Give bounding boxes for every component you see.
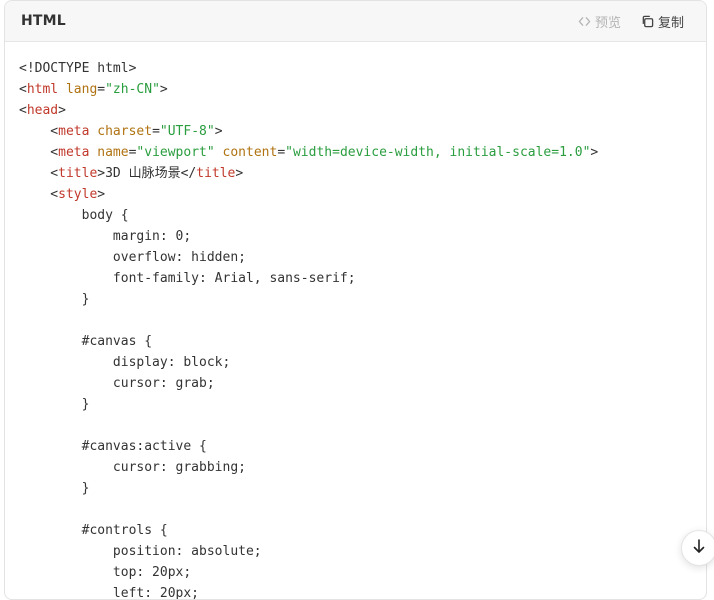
code-line: body {: [19, 205, 706, 226]
code-text-token: #canvas {: [19, 334, 153, 349]
code-line: <meta charset="UTF-8">: [19, 121, 706, 142]
code-text-token: margin: 0;: [19, 229, 192, 244]
copy-button-label: 复制: [657, 15, 684, 31]
code-text-token: <: [19, 145, 59, 160]
code-text-token: >: [58, 103, 66, 118]
code-block: HTML 预览 复制 <!DOCTYPE html> <html lang="z…: [4, 0, 707, 600]
code-text-token: }: [19, 481, 90, 496]
copy-icon: [641, 15, 654, 28]
code-line: display: block;: [19, 352, 706, 373]
code-text-token: <: [19, 103, 27, 118]
code-attribute-token: lang: [65, 82, 98, 97]
preview-button-label: 预览: [594, 15, 621, 31]
code-line: left: 20px;: [19, 583, 706, 600]
code-block-header: HTML 预览 复制: [5, 1, 706, 42]
code-string-token: "zh-CN": [105, 82, 160, 97]
code-tag-token: head: [26, 103, 59, 118]
code-tag-token: html: [26, 82, 59, 97]
code-text-token: #canvas:active {: [19, 439, 207, 454]
code-text-token: =: [277, 145, 286, 160]
code-text-token: <: [19, 166, 59, 181]
code-text-token: <: [19, 124, 59, 139]
code-line: #controls {: [19, 520, 706, 541]
code-line: }: [19, 394, 706, 415]
code-line: <style>: [19, 184, 706, 205]
copy-button[interactable]: 复制: [641, 12, 684, 31]
code-block-actions: 预览 复制: [578, 12, 684, 31]
code-string-token: "UTF-8": [159, 124, 215, 139]
code-text-token: cursor: grabbing;: [19, 460, 246, 475]
code-line: top: 20px;: [19, 562, 706, 583]
code-tag-token: meta: [58, 145, 90, 160]
arrow-down-icon: [691, 538, 707, 558]
code-line: overflow: hidden;: [19, 247, 706, 268]
code-line: cursor: grab;: [19, 373, 706, 394]
code-string-token: "viewport": [136, 145, 215, 160]
code-line: <meta name="viewport" content="width=dev…: [19, 142, 706, 163]
code-text-token: >: [590, 145, 599, 160]
code-text-token: display: block;: [19, 355, 231, 370]
code-line: #canvas:active {: [19, 436, 706, 457]
code-text-token: cursor: grab;: [19, 376, 215, 391]
code-line: cursor: grabbing;: [19, 457, 706, 478]
code-language-label: HTML: [21, 13, 66, 29]
code-text-token: =: [97, 82, 106, 97]
code-string-token: "width=device-width, initial-scale=1.0": [285, 145, 591, 160]
code-text-token: =: [152, 124, 160, 139]
code-text-token: >: [159, 82, 168, 97]
code-text-token: >3D 山脉场景</: [97, 166, 197, 181]
code-brackets-icon: [578, 15, 591, 28]
code-text-token: <: [19, 187, 59, 202]
code-line: #canvas {: [19, 331, 706, 352]
code-text-token: >: [235, 166, 244, 181]
code-line: font-family: Arial, sans-serif;: [19, 268, 706, 289]
code-text-token: }: [19, 397, 90, 412]
code-text-token: <: [19, 82, 27, 97]
code-text-token: font-family: Arial, sans-serif;: [19, 271, 356, 286]
code-content: <!DOCTYPE html> <html lang="zh-CN"> <head>…: [5, 42, 706, 600]
code-attribute-token: content: [222, 145, 278, 160]
code-text-token: >: [97, 187, 106, 202]
code-text-token: body {: [19, 208, 129, 223]
code-line: position: absolute;: [19, 541, 706, 562]
code-tag-token: title: [196, 166, 236, 181]
code-attribute-token: name: [97, 145, 129, 160]
code-attribute-token: charset: [97, 124, 153, 139]
code-text-token: position: absolute;: [19, 544, 262, 559]
code-text-token: <!DOCTYPE html>: [19, 61, 137, 76]
scroll-to-bottom-button[interactable]: [681, 530, 714, 566]
code-text-token: top: 20px;: [19, 565, 192, 580]
code-text-token: #controls {: [19, 523, 168, 538]
code-tag-token: style: [58, 187, 98, 202]
preview-button[interactable]: 预览: [578, 12, 621, 31]
code-line: <!DOCTYPE html>: [19, 58, 706, 79]
code-line: <head>: [19, 100, 706, 121]
code-text-token: overflow: hidden;: [19, 250, 246, 265]
code-text-token: }: [19, 292, 90, 307]
code-line: <title>3D 山脉场景</title>: [19, 163, 706, 184]
code-tag-token: title: [58, 166, 98, 181]
code-text-token: left: 20px;: [19, 586, 200, 600]
code-text-token: >: [214, 124, 223, 139]
code-line: margin: 0;: [19, 226, 706, 247]
code-line: }: [19, 478, 706, 499]
code-line: <html lang="zh-CN">: [19, 79, 706, 100]
code-tag-token: meta: [58, 124, 90, 139]
code-line: }: [19, 289, 706, 310]
